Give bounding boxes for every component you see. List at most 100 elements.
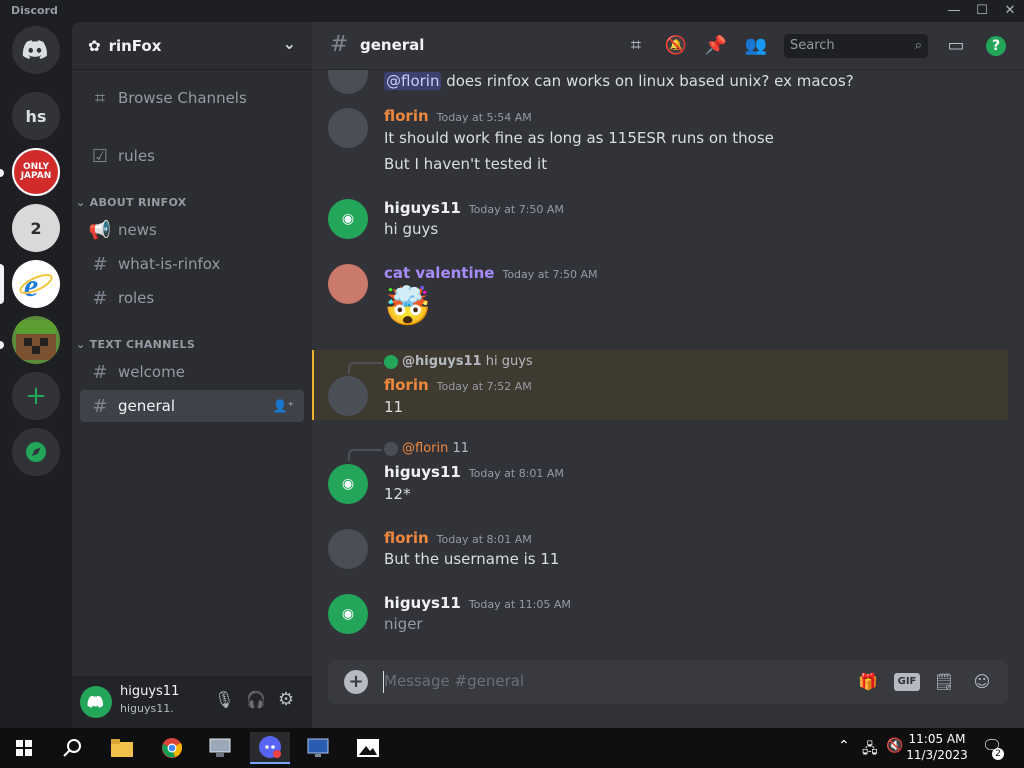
server-hs[interactable]: hs <box>12 92 60 140</box>
avatar[interactable] <box>328 376 368 416</box>
avatar[interactable]: ◉ <box>328 199 368 239</box>
author-name[interactable]: florin <box>384 376 429 394</box>
message-author[interactable]: higuys11 Today at 7:50 AM <box>384 199 564 217</box>
message-author[interactable]: florin Today at 7:52 AM <box>384 376 532 394</box>
avatar[interactable] <box>328 264 368 304</box>
message-body: But the username is 11 <box>384 550 560 568</box>
message-item: @florin 11 ◉ higuys11 Today at 8:01 AM 12… <box>312 441 1012 505</box>
microphone-icon[interactable]: 🎙 <box>214 690 234 709</box>
message-item: @florin does rinfox can works on linux b… <box>312 70 1012 94</box>
start-button[interactable] <box>4 732 44 764</box>
author-name[interactable]: higuys11 <box>384 594 461 612</box>
channel-header: # general ⌗ 🔕 📌 👥 Search ⌕ ▭ ? <box>312 22 1024 70</box>
channel-general[interactable]: # general 👤⁺ <box>80 390 304 422</box>
threads-icon[interactable]: ⌗ <box>624 34 648 58</box>
author-name[interactable]: florin <box>384 107 429 125</box>
author-name[interactable]: florin <box>384 529 429 547</box>
add-server-button[interactable]: + <box>12 372 60 420</box>
message-author[interactable]: florin Today at 8:01 AM <box>384 529 532 547</box>
chrome-button[interactable] <box>152 732 192 764</box>
category-text[interactable]: ⌄ TEXT CHANNELS <box>76 338 195 351</box>
message-body: hi guys <box>384 220 439 238</box>
avatar[interactable] <box>328 70 368 94</box>
search-input[interactable]: Search ⌕ <box>784 34 928 58</box>
members-icon[interactable]: 👥 <box>744 34 768 58</box>
mention[interactable]: @florin <box>384 72 442 90</box>
rules-icon: ☑ <box>91 145 109 167</box>
timestamp: Today at 7:50 AM <box>468 203 564 216</box>
channel-rules[interactable]: ☑ rules <box>80 140 304 172</box>
server-minecraft[interactable] <box>12 316 60 364</box>
avatar[interactable] <box>328 108 368 148</box>
system-tool-button[interactable] <box>200 732 240 764</box>
inbox-icon[interactable]: ▭ <box>944 34 968 58</box>
channel-roles[interactable]: # roles <box>80 282 304 314</box>
gif-button[interactable]: GIF <box>894 673 920 691</box>
message-author[interactable]: higuys11 Today at 8:01 AM <box>384 463 564 481</box>
photos-button[interactable] <box>348 732 388 764</box>
chat-area: # general ⌗ 🔕 📌 👥 Search ⌕ ▭ ? @florin d… <box>312 22 1024 728</box>
selected-pill <box>0 264 4 304</box>
reply-preview[interactable]: @florin 11 <box>384 441 469 456</box>
file-explorer-button[interactable] <box>102 732 142 764</box>
server-2-label: 2 <box>30 218 42 238</box>
timestamp: Today at 8:01 AM <box>468 467 564 480</box>
network-icon[interactable]: 🖧 <box>862 738 878 762</box>
message-author[interactable]: cat valentine Today at 7:50 AM <box>384 264 598 282</box>
invite-icon[interactable]: 👤⁺ <box>273 399 294 413</box>
reply-author: @florin <box>402 441 449 456</box>
avatar[interactable]: ◉ <box>328 594 368 634</box>
server-2[interactable]: 2 <box>12 204 60 252</box>
discord-logo-icon <box>87 695 104 708</box>
message-author[interactable]: florin Today at 5:54 AM <box>384 107 532 125</box>
server-only-in-japan[interactable]: ONLY JAPAN <box>12 148 60 196</box>
notifications-button[interactable]: 🗨 2 <box>980 736 1004 760</box>
help-icon[interactable]: ? <box>986 36 1006 56</box>
message-list: @florin does rinfox can works on linux b… <box>312 70 1024 660</box>
message-composer[interactable]: + Message #general 🎁 GIF 🗒 ☺ <box>328 660 1008 704</box>
avatar[interactable]: ◉ <box>328 464 368 504</box>
home-button[interactable] <box>12 26 60 74</box>
close-button[interactable]: ✕ <box>996 2 1024 20</box>
channel-news[interactable]: 📢 news <box>80 214 304 246</box>
gift-icon[interactable]: 🎁 <box>856 670 880 694</box>
headphones-icon[interactable]: 🎧 <box>246 690 266 709</box>
explore-servers-button[interactable] <box>12 428 60 476</box>
channel-what-is-rinfox[interactable]: # what-is-rinfox <box>80 248 304 280</box>
user-tag: higuys11. <box>120 702 174 715</box>
author-name[interactable]: higuys11 <box>384 463 461 481</box>
gear-icon[interactable]: ⚙ <box>278 689 294 710</box>
message-input[interactable]: Message #general <box>384 672 524 690</box>
settings-taskbar-button[interactable] <box>298 732 338 764</box>
emoji-picker-icon[interactable]: ☺ <box>970 670 994 694</box>
search-taskbar-button[interactable] <box>52 732 92 764</box>
channel-welcome-label: welcome <box>118 363 185 381</box>
browse-channels[interactable]: ⌗ Browse Channels <box>80 82 304 114</box>
avatar[interactable] <box>328 529 368 569</box>
minimize-button[interactable]: — <box>940 2 968 20</box>
chevron-up-icon[interactable]: ⌃ <box>838 738 850 754</box>
system-clock[interactable]: 11:05 AM 11/3/2023 <box>900 731 974 763</box>
sticker-icon[interactable]: 🗒 <box>932 670 956 694</box>
discord-taskbar-button[interactable] <box>250 732 290 764</box>
reply-preview[interactable]: @higuys11 hi guys <box>384 354 533 369</box>
author-name[interactable]: higuys11 <box>384 199 461 217</box>
avatar[interactable] <box>80 686 112 718</box>
category-about[interactable]: ⌄ ABOUT RINFOX <box>76 196 187 209</box>
message-author[interactable]: higuys11 Today at 11:05 AM <box>384 594 571 612</box>
emoji-exploding-head: 🤯 <box>384 284 432 328</box>
add-attachment-button[interactable]: + <box>344 670 368 694</box>
channel-welcome[interactable]: # welcome <box>80 356 304 388</box>
mute-bell-icon[interactable]: 🔕 <box>664 34 688 58</box>
chrome-icon <box>162 738 183 758</box>
timestamp: Today at 8:01 AM <box>436 533 532 546</box>
author-name[interactable]: cat valentine <box>384 264 494 282</box>
search-icon <box>63 739 81 757</box>
channel-what-is-rinfox-label: what-is-rinfox <box>118 255 221 273</box>
server-rinfox[interactable]: e <box>12 260 60 308</box>
message-item: @higuys11 hi guys florin Today at 7:52 AM… <box>312 354 1012 418</box>
maximize-button[interactable]: ☐ <box>968 2 996 20</box>
message-body: niger <box>384 615 423 633</box>
guild-header[interactable]: ✿ rinFox ⌄ <box>72 22 312 70</box>
pin-icon[interactable]: 📌 <box>704 34 728 58</box>
